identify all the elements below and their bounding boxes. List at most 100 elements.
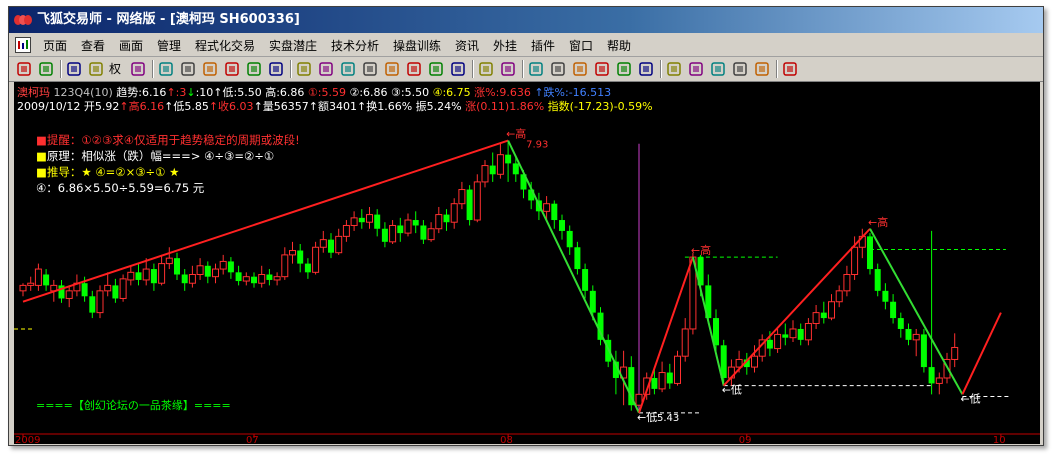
gann-icon[interactable]	[593, 60, 611, 78]
list-icon[interactable]	[361, 60, 379, 78]
candles-icon[interactable]	[157, 60, 175, 78]
weight-icon[interactable]	[129, 60, 147, 78]
line-icon[interactable]	[499, 60, 517, 78]
alarm-icon[interactable]	[295, 60, 313, 78]
candle-body-up	[658, 372, 666, 390]
candle-body-up	[350, 217, 358, 226]
copy-icon[interactable]	[201, 60, 219, 78]
title-bar: 飞狐交易师 - 网络版 - [澳柯玛 SH600336]	[9, 7, 1043, 33]
pointer-icon[interactable]	[477, 60, 495, 78]
candle-body-down	[559, 220, 565, 231]
candle-body-up	[273, 276, 281, 281]
menu-item-11[interactable]: 窗口	[569, 37, 593, 54]
candle-body-up	[835, 290, 843, 303]
candle-body-up	[543, 203, 551, 212]
toolbar-separator	[472, 60, 474, 78]
candle-body-up	[389, 224, 397, 243]
candle-body-down	[820, 312, 827, 319]
grid-icon[interactable]	[245, 60, 263, 78]
app-menu-icon[interactable]	[15, 37, 31, 53]
candle-body-down	[566, 230, 573, 248]
candle-body-down	[374, 214, 381, 229]
book-icon[interactable]	[223, 60, 241, 78]
candle-body-up	[158, 263, 166, 284]
candle-body-down	[443, 214, 450, 223]
menu-item-8[interactable]: 资讯	[455, 37, 479, 54]
candle-body-down	[328, 239, 334, 253]
channel-icon[interactable]	[527, 60, 545, 78]
fan-icon[interactable]	[571, 60, 589, 78]
palette-icon[interactable]	[753, 60, 771, 78]
candle-body-down	[397, 225, 404, 234]
candle-body-down	[174, 258, 180, 275]
line2-segment: 2009/10/12	[17, 100, 84, 113]
x-axis-label: 09	[739, 435, 752, 444]
candle-body-up	[751, 355, 758, 368]
copy2-icon[interactable]	[709, 60, 727, 78]
candle-body-down	[89, 296, 96, 313]
menu-item-9[interactable]: 外挂	[493, 37, 517, 54]
quote-header-line: 2009/10/12 开5.92↑高6.16↑低5.85↑收6.03↑量5635…	[17, 98, 653, 114]
candle-body-up	[212, 268, 219, 278]
ellipse-icon[interactable]	[665, 60, 683, 78]
vlines-icon[interactable]	[549, 60, 567, 78]
calendar-icon[interactable]	[427, 60, 445, 78]
candle-body-down	[381, 228, 388, 242]
x-axis-label: 2009	[15, 435, 40, 444]
candle-body-down	[782, 334, 789, 338]
kline-chart-panel[interactable]: ←高 7.93 ←低 5.43 ←高 ←低 ←高 ←低 2009 07 08 09 10 澳柯玛 123…	[14, 82, 1040, 444]
gear-icon[interactable]	[267, 60, 285, 78]
candle-body-up	[219, 260, 227, 270]
arrows-icon[interactable]	[87, 60, 105, 78]
candle-body-down	[304, 263, 311, 273]
rsi-icon[interactable]	[37, 60, 55, 78]
candle-body-up	[951, 346, 959, 360]
rect-icon[interactable]	[637, 60, 655, 78]
layout-icon[interactable]	[383, 60, 401, 78]
menu-item-12[interactable]: 帮助	[607, 37, 631, 54]
candle-body-up	[427, 228, 435, 241]
menu-item-4[interactable]: 程式化交易	[195, 37, 255, 54]
candle-body-up	[104, 284, 112, 292]
note-bullet: ■	[36, 133, 47, 147]
candle-body-down	[920, 334, 927, 368]
menu-item-2[interactable]: 画面	[119, 37, 143, 54]
candle-body-up	[342, 224, 350, 237]
high-marker-label: ←高	[868, 215, 888, 229]
menu-item-1[interactable]: 查看	[81, 37, 105, 54]
parallel-icon[interactable]	[615, 60, 633, 78]
menu-item-7[interactable]: 操盘训练	[393, 37, 441, 54]
window-icon[interactable]	[405, 60, 423, 78]
candle-body-up	[635, 393, 643, 406]
x-axis-label: 07	[246, 435, 259, 444]
menu-item-6[interactable]: 技术分析	[331, 37, 379, 54]
table-icon[interactable]	[339, 60, 357, 78]
window2-icon[interactable]	[449, 60, 467, 78]
candle-body-down	[489, 165, 496, 175]
candle-body-down	[574, 247, 581, 270]
ruler-icon[interactable]	[317, 60, 335, 78]
candle-body-up	[496, 154, 504, 175]
candle-body-up	[674, 355, 681, 384]
text-icon[interactable]	[687, 60, 705, 78]
candle-body-down	[420, 225, 427, 240]
note-text: 原理：相似涨（跌）幅===> ④÷③=②÷①	[46, 149, 275, 163]
open-icon[interactable]	[15, 60, 33, 78]
chart-icon[interactable]	[179, 60, 197, 78]
high-marker-label: ←高	[506, 127, 526, 141]
trend-line	[869, 228, 964, 395]
note-line: ■原理：相似涨（跌）幅===> ④÷③=②÷①	[36, 148, 300, 164]
high-marker-label: ←高	[691, 243, 711, 257]
weight-button[interactable]: 权	[109, 60, 125, 78]
menu-item-0[interactable]: 页面	[43, 37, 67, 54]
note-text: 提醒：①②③求④仅适用于趋势稳定的周期或波段!	[46, 133, 300, 147]
menu-item-3[interactable]: 管理	[157, 37, 181, 54]
candle-body-down	[412, 220, 419, 226]
note-bullet: ■	[36, 165, 47, 179]
menu-item-10[interactable]: 插件	[531, 37, 555, 54]
save-icon[interactable]	[781, 60, 799, 78]
eraser-icon[interactable]	[731, 60, 749, 78]
toolbar-separator	[152, 60, 154, 78]
move-icon[interactable]	[65, 60, 83, 78]
menu-item-5[interactable]: 实盘潜庄	[269, 37, 317, 54]
